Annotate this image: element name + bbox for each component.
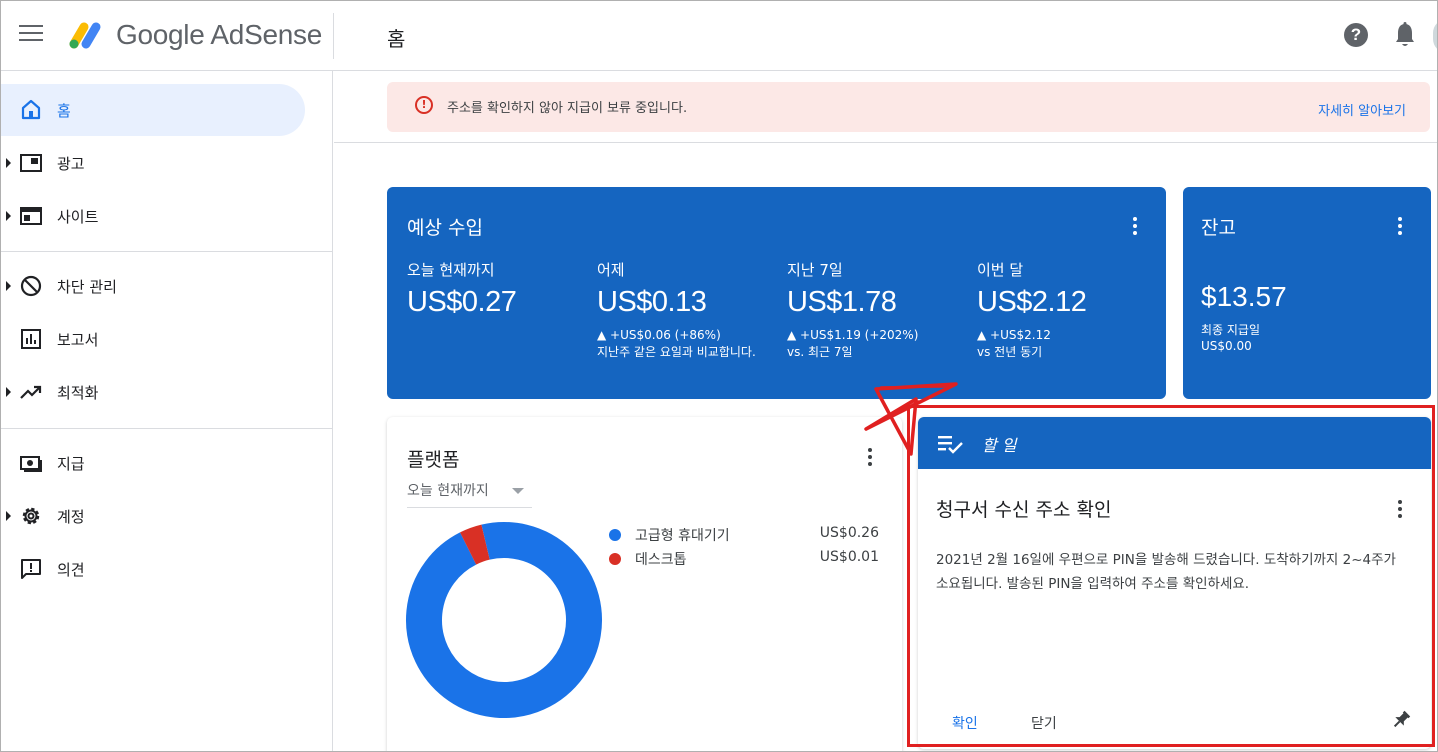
content-divider <box>334 142 1437 143</box>
metric-value: US$2.12 <box>977 286 1087 318</box>
metric-label: 지난 7일 <box>787 261 843 279</box>
more-options-icon[interactable] <box>1390 215 1410 239</box>
metric-today: 오늘 현재까지 US$0.27 <box>407 259 587 327</box>
metric-comparison: vs 전년 동기 <box>977 345 1043 359</box>
expand-caret-icon[interactable] <box>6 158 11 168</box>
avatar[interactable] <box>1433 19 1437 53</box>
ads-icon <box>20 154 42 172</box>
error-icon: ! <box>415 96 433 114</box>
expand-caret-icon[interactable] <box>6 387 11 397</box>
card-title: 플랫폼 <box>407 449 460 471</box>
metric-value: US$1.78 <box>787 286 897 318</box>
sidebar-item-payments[interactable]: 지급 <box>1 437 305 489</box>
metric-this-month: 이번 달 US$2.12 ▲ +US$2.12 vs 전년 동기 <box>977 259 1157 361</box>
learn-more-link[interactable]: 자세히 알아보기 <box>1318 100 1406 119</box>
legend-swatch <box>609 553 621 565</box>
reports-icon <box>21 329 41 349</box>
sidebar-divider <box>1 428 333 429</box>
sidebar-item-ads[interactable]: 광고 <box>1 137 305 189</box>
legend-label: 데스크톱 <box>635 552 687 568</box>
brand-name: Google AdSense <box>116 19 322 50</box>
platform-card: 플랫폼 오늘 현재까지 고급형 휴대기기 US$0.26 데스크톱 US$0.0… <box>387 417 902 751</box>
legend-value: US$0.26 <box>819 525 879 541</box>
sidebar-item-reports[interactable]: 보고서 <box>1 313 305 365</box>
donut-slice-mobile[interactable] <box>406 522 602 718</box>
metric-label: 이번 달 <box>977 261 1024 279</box>
sidebar-item-label: 홈 <box>57 102 71 120</box>
legend-label: 고급형 휴대기기 <box>635 528 730 544</box>
payment-hold-alert: ! 주소를 확인하지 않아 지급이 보류 중입니다. 자세히 알아보기 <box>387 82 1430 132</box>
sites-icon <box>20 207 42 225</box>
gear-icon <box>22 507 40 525</box>
sidebar-divider <box>1 251 333 252</box>
date-range-value: 오늘 현재까지 <box>407 483 489 499</box>
balance-card: 잔고 $13.57 최종 지급일 US$0.00 <box>1183 187 1431 399</box>
sidebar-item-label: 계정 <box>57 508 85 526</box>
legend-item: 고급형 휴대기기 US$0.26 <box>609 525 879 545</box>
legend-item: 데스크톱 US$0.01 <box>609 549 879 569</box>
payments-icon <box>20 456 42 472</box>
sidebar-item-label: 최적화 <box>57 384 99 402</box>
sidebar-item-sites[interactable]: 사이트 <box>1 190 305 242</box>
page-title: 홈 <box>387 27 406 51</box>
sidebar-item-optimization[interactable]: 최적화 <box>1 366 305 418</box>
dropdown-arrow-icon <box>512 488 524 494</box>
header-divider <box>333 13 334 59</box>
metric-comparison: 지난주 같은 요일과 비교합니다. <box>597 345 756 359</box>
trending-up-icon <box>20 385 42 399</box>
metric-value: US$0.13 <box>597 286 707 318</box>
sidebar-item-account[interactable]: 계정 <box>1 490 305 542</box>
expand-caret-icon[interactable] <box>6 511 11 521</box>
expand-caret-icon[interactable] <box>6 281 11 291</box>
home-icon <box>21 99 41 120</box>
sidebar-item-label: 지급 <box>57 455 85 473</box>
last-payment-amount: US$0.00 <box>1201 339 1252 353</box>
metric-change: ▲ +US$0.06 (+86%) <box>597 328 721 342</box>
sidebar-item-label: 광고 <box>57 155 85 173</box>
more-options-icon[interactable] <box>1125 215 1145 239</box>
last-payment-label: 최종 지급일 <box>1201 323 1261 337</box>
sidebar-item-label: 보고서 <box>57 331 99 349</box>
metric-label: 어제 <box>597 261 625 279</box>
balance-value: $13.57 <box>1201 281 1287 312</box>
sidebar-item-blocking[interactable]: 차단 관리 <box>1 260 305 312</box>
donut-slice-desktop[interactable] <box>460 524 491 565</box>
help-icon[interactable]: ? <box>1344 23 1368 47</box>
metric-label: 오늘 현재까지 <box>407 261 495 279</box>
star-annotation-icon <box>864 382 958 456</box>
top-bar: Google AdSense 홈 ? <box>1 1 1437 71</box>
legend-swatch <box>609 529 621 541</box>
alert-message: 주소를 확인하지 않아 지급이 보류 중입니다. <box>447 101 688 116</box>
feedback-icon <box>21 559 41 579</box>
sidebar-item-label: 차단 관리 <box>57 278 117 296</box>
block-icon <box>20 275 42 297</box>
sidebar-item-label: 의견 <box>57 561 85 579</box>
metric-comparison: vs. 최근 7일 <box>787 345 853 359</box>
metric-change: ▲ +US$2.12 <box>977 328 1051 342</box>
card-title: 잔고 <box>1201 217 1236 239</box>
adsense-logo-icon <box>69 22 101 49</box>
metric-last-7-days: 지난 7일 US$1.78 ▲ +US$1.19 (+202%) vs. 최근 … <box>787 259 967 361</box>
notification-bell-icon[interactable] <box>1394 22 1416 48</box>
sidebar-item-home[interactable]: 홈 <box>1 84 305 136</box>
sidebar: 홈 광고 사이트 차단 관리 보고서 최적화 지급 계정 의견 <box>1 71 333 751</box>
sidebar-item-feedback[interactable]: 의견 <box>1 543 305 595</box>
metric-yesterday: 어제 US$0.13 ▲ +US$0.06 (+86%) 지난주 같은 요일과 … <box>597 259 777 361</box>
highlight-annotation-box <box>907 405 1435 747</box>
card-title: 예상 수입 <box>407 217 483 239</box>
app-window: Google AdSense 홈 ? 홈 광고 사이트 차단 관리 보고서 최적… <box>0 0 1438 752</box>
estimated-earnings-card: 예상 수입 오늘 현재까지 US$0.27 어제 US$0.13 ▲ +US$0… <box>387 187 1166 399</box>
metric-change: ▲ +US$1.19 (+202%) <box>787 328 919 342</box>
menu-icon[interactable] <box>19 25 43 45</box>
metric-value: US$0.27 <box>407 286 517 318</box>
expand-caret-icon[interactable] <box>6 211 11 221</box>
platform-donut-chart <box>406 522 602 718</box>
sidebar-item-label: 사이트 <box>57 208 99 226</box>
date-range-dropdown[interactable]: 오늘 현재까지 <box>407 480 532 508</box>
legend-value: US$0.01 <box>819 549 879 565</box>
